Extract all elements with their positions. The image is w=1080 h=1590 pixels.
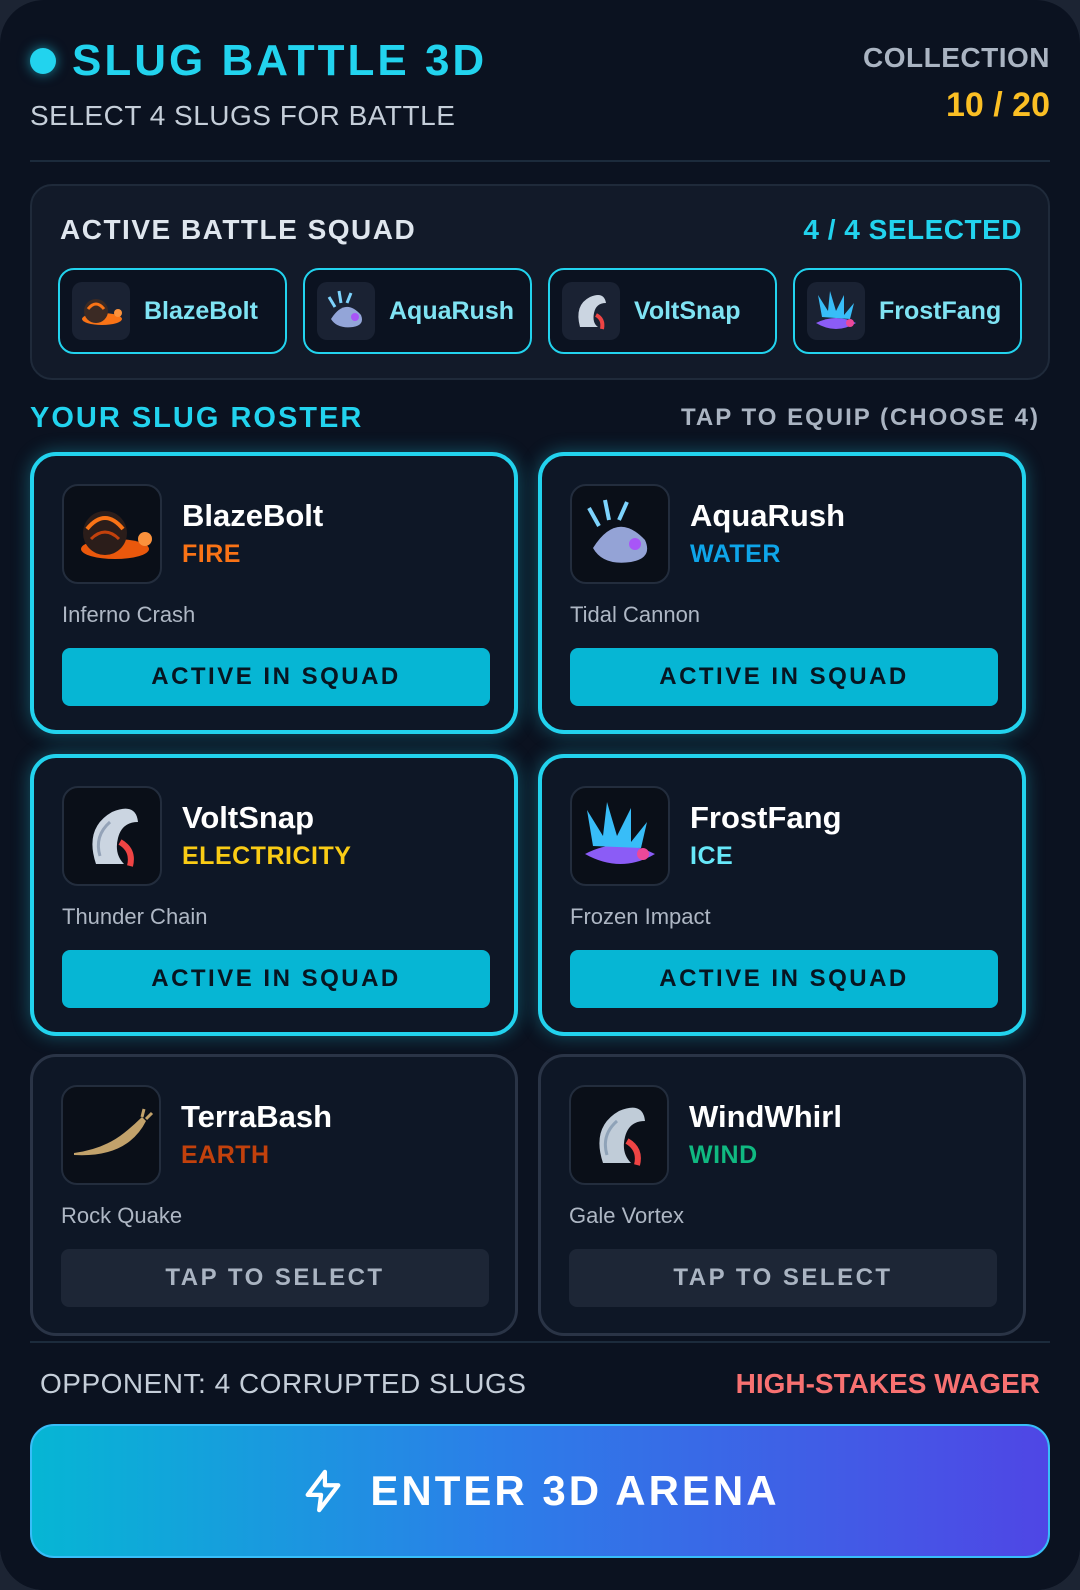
squad-slot-blazebolt[interactable]: BlazeBolt [58,268,287,354]
squad-slot-voltsnap[interactable]: VoltSnap [548,268,777,354]
slug-name: FrostFang [690,800,842,835]
status-dot [30,48,56,74]
slug-type: WIND [689,1141,758,1169]
squad-slot-name: FrostFang [879,296,1002,325]
water-slug-icon [317,282,375,340]
fire-slug-icon [72,282,130,340]
app-screen: SLUG BATTLE 3D SELECT 4 SLUGS FOR BATTLE… [0,0,1080,1590]
collection-count: 10 / 20 [946,86,1050,124]
slug-type: FIRE [182,540,241,568]
active-squad-panel: ACTIVE BATTLE SQUAD 4 / 4 SELECTED Blaze… [30,184,1050,380]
active-in-squad-button[interactable]: ACTIVE IN SQUAD [570,648,998,706]
tap-to-select-button[interactable]: TAP TO SELECT [569,1249,997,1307]
enter-arena-button[interactable]: ENTER 3D ARENA [30,1424,1050,1558]
squad-title: ACTIVE BATTLE SQUAD [60,214,417,245]
ice-slug-icon [570,786,670,886]
earth-slug-icon [61,1085,161,1185]
slug-name: WindWhirl [689,1099,842,1134]
slug-name: VoltSnap [182,800,315,835]
slug-type: ELECTRICITY [182,842,352,870]
slug-card-windwhirl[interactable]: WindWhirl WIND Gale Vortex TAP TO SELECT [538,1054,1026,1336]
slug-move: Gale Vortex [569,1203,684,1228]
slug-move: Tidal Cannon [570,602,701,627]
ice-slug-icon [807,282,865,340]
header-divider [30,160,1050,162]
fire-slug-icon [62,484,162,584]
slug-card-terrabash[interactable]: TerraBash EARTH Rock Quake TAP TO SELECT [30,1054,518,1336]
slug-move: Inferno Crash [62,602,196,627]
slug-card-blazebolt[interactable]: BlazeBolt FIRE Inferno Crash ACTIVE IN S… [30,452,518,734]
squad-slot-name: VoltSnap [634,296,741,325]
slug-name: AquaRush [690,498,845,533]
collection-counter: COLLECTION 10 / 20 [863,42,1050,125]
slug-card-frostfang[interactable]: FrostFang ICE Frozen Impact ACTIVE IN SQ… [538,754,1026,1036]
squad-slots: BlazeBolt AquaRush VoltSnap FrostFang [58,268,1022,354]
squad-slot-name: BlazeBolt [144,296,258,325]
squad-slot-aquarush[interactable]: AquaRush [303,268,532,354]
opponent-info: OPPONENT: 4 CORRUPTED SLUGS [40,1368,527,1399]
roster-title: YOUR SLUG ROSTER [30,402,364,434]
slug-card-aquarush[interactable]: AquaRush WATER Tidal Cannon ACTIVE IN SQ… [538,452,1026,734]
wind-slug-icon [569,1085,669,1185]
roster-hint: TAP TO EQUIP (CHOOSE 4) [681,404,1040,431]
water-slug-icon [570,484,670,584]
squad-count: 4 / 4 SELECTED [803,214,1022,245]
electric-slug-icon [562,282,620,340]
enter-arena-label: ENTER 3D ARENA [370,1467,780,1514]
slug-move: Rock Quake [61,1203,183,1228]
slug-name: BlazeBolt [182,498,324,533]
electric-slug-icon [62,786,162,886]
slug-move: Frozen Impact [570,904,711,929]
collection-label: COLLECTION [863,42,1050,73]
app-title: SLUG BATTLE 3D [72,36,488,85]
wager-badge: HIGH-STAKES WAGER [735,1368,1040,1399]
slug-type: ICE [690,842,734,870]
slug-type: WATER [690,540,781,568]
active-in-squad-button[interactable]: ACTIVE IN SQUAD [62,950,490,1008]
header: SLUG BATTLE 3D SELECT 4 SLUGS FOR BATTLE… [30,36,1050,146]
slug-move: Thunder Chain [62,904,208,929]
tap-to-select-button[interactable]: TAP TO SELECT [61,1249,489,1307]
slug-type: EARTH [181,1141,270,1169]
active-in-squad-button[interactable]: ACTIVE IN SQUAD [62,648,490,706]
squad-slot-name: AquaRush [389,296,514,325]
lightning-icon [305,1469,341,1513]
footer-divider [30,1341,1050,1343]
squad-slot-frostfang[interactable]: FrostFang [793,268,1022,354]
active-in-squad-button[interactable]: ACTIVE IN SQUAD [570,950,998,1008]
slug-card-voltsnap[interactable]: VoltSnap ELECTRICITY Thunder Chain ACTIV… [30,754,518,1036]
slug-name: TerraBash [181,1099,333,1134]
